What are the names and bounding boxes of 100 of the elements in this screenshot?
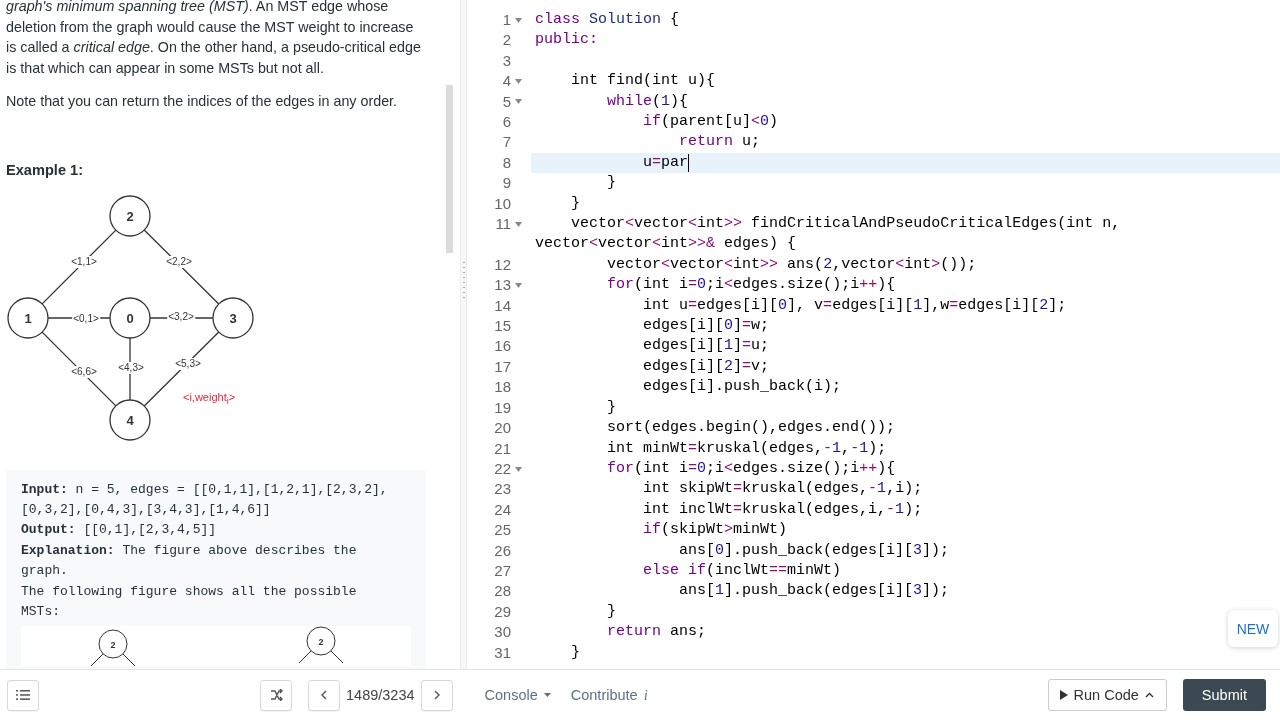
line-number: 19 xyxy=(494,397,511,418)
edge-label: <2,2> xyxy=(165,255,193,268)
line-number: 11 xyxy=(495,214,511,235)
code-line: else if(inclWt==minWt) xyxy=(642,560,842,581)
line-number: 14 xyxy=(494,295,511,316)
line-number: 26 xyxy=(494,540,511,561)
line-number: 31 xyxy=(494,642,511,663)
line-number: 13 xyxy=(494,275,511,296)
text-cursor xyxy=(688,153,690,172)
example-text-line: [0,3,2],[0,4,3],[3,4,3],[1,4,6]] xyxy=(21,500,272,519)
line-number: 30 xyxy=(494,622,511,643)
edge-label: <1,1> xyxy=(70,255,98,268)
line-number: 1 xyxy=(502,10,511,30)
edge-label: <6,6> xyxy=(70,365,98,378)
graph-node: 0 xyxy=(109,296,151,339)
fold-arrow-icon[interactable] xyxy=(514,221,522,227)
previous-button[interactable] xyxy=(308,679,340,711)
new-badge-button[interactable]: NEW xyxy=(1228,610,1278,647)
fold-arrow-icon[interactable] xyxy=(514,99,522,105)
shuffle-icon xyxy=(269,689,283,701)
example-text-line: Input: n = 5, edges = [[0,1,1],[1,2,1],[2,3,2], xyxy=(21,480,389,499)
line-number: 6 xyxy=(502,112,511,132)
line-number: 24 xyxy=(494,499,511,520)
line-number: 20 xyxy=(494,418,511,439)
contribute-button[interactable]: Contribute i xyxy=(570,686,648,704)
code-line: class Solution { xyxy=(535,10,680,30)
line-number: 18 xyxy=(494,377,511,398)
example-heading: Example 1: xyxy=(6,161,85,178)
code-line: vector<vector<int>> ans(2,vector<int>()); xyxy=(606,254,977,275)
line-number: 12 xyxy=(494,254,511,275)
play-icon xyxy=(1059,690,1068,700)
code-line: edges[i][0]=w; xyxy=(642,316,770,337)
graph-node: 3 xyxy=(212,296,254,339)
graph-node: 4 xyxy=(109,398,151,441)
problem-counter: 1489/3234 xyxy=(346,687,415,703)
line-number: 21 xyxy=(494,438,511,459)
graph-node: 2 xyxy=(109,194,151,237)
code-line: sort(edges.begin(),edges.end()); xyxy=(606,418,896,439)
code-line: } xyxy=(606,173,617,194)
legend-label: <i,weight$_{i}$> xyxy=(183,390,236,406)
line-number: 3 xyxy=(502,50,511,71)
edge-label: <3,2> xyxy=(167,310,195,323)
code-line: for(int i=0;i<edges.size();i++){ xyxy=(606,458,896,479)
mst-figure-drawing: 2 2 xyxy=(21,626,411,667)
line-number: 15 xyxy=(494,316,511,337)
fold-arrow-icon[interactable] xyxy=(514,282,522,288)
chevron-right-icon xyxy=(433,690,441,700)
line-number: 7 xyxy=(502,132,511,153)
code-line: int u=edges[i][0], v=edges[i][1],w=edges[i][2]; xyxy=(642,295,1067,316)
fold-arrow-icon[interactable] xyxy=(514,17,522,23)
console-button[interactable]: Console xyxy=(484,687,551,703)
list-icon xyxy=(16,689,30,701)
chevron-left-icon xyxy=(320,690,328,700)
line-number: 4 xyxy=(502,71,511,92)
scrollbar[interactable] xyxy=(446,85,453,253)
code-line: return u; xyxy=(678,132,761,153)
code-line: while(1){ xyxy=(606,91,689,112)
line-number: 25 xyxy=(494,520,511,541)
code-line: ans[0].push_back(edges[i][3]); xyxy=(678,540,950,561)
submit-button[interactable]: Submit xyxy=(1182,679,1266,711)
example-text-line: Explanation: The figure above describes the xyxy=(21,541,358,560)
problem-list-button[interactable] xyxy=(7,679,39,711)
code-line: if(parent[u]<0) xyxy=(642,112,779,132)
code-line: } xyxy=(606,601,617,622)
line-number: 22 xyxy=(494,458,511,479)
fold-arrow-icon[interactable] xyxy=(514,78,522,84)
caret-up-icon xyxy=(1144,692,1154,698)
fold-arrow-icon[interactable] xyxy=(514,466,522,472)
code-line: edges[i][2]=v; xyxy=(642,356,770,377)
caret-icon xyxy=(543,693,551,697)
line-number: 27 xyxy=(494,560,511,581)
line-number: 28 xyxy=(494,581,511,602)
next-button[interactable] xyxy=(420,679,453,711)
line-number: 16 xyxy=(494,336,511,357)
shuffle-button[interactable] xyxy=(260,679,292,711)
code-line: int minWt=kruskal(edges,-1,-1); xyxy=(606,438,887,459)
example-text-line: MSTs: xyxy=(21,602,61,621)
code-line: u=par xyxy=(642,152,689,173)
code-line: if(skipWt>minWt) xyxy=(642,520,788,541)
line-number: 5 xyxy=(502,91,511,112)
code-line: int inclWt=kruskal(edges,i,-1); xyxy=(642,499,923,520)
code-line: edges[i].push_back(i); xyxy=(642,377,842,398)
code-line: for(int i=0;i<edges.size();i++){ xyxy=(606,275,896,296)
code-line: } xyxy=(606,397,617,418)
code-line: return ans; xyxy=(606,622,707,643)
graph-node: 1 xyxy=(7,296,49,339)
run-code-button[interactable]: Run Code xyxy=(1047,679,1167,711)
example-text-line: The following figure shows all the possible xyxy=(21,582,358,601)
code-line: int find(int u){ xyxy=(570,71,716,92)
code-line: edges[i][1]=u; xyxy=(642,336,770,357)
line-number: 2 xyxy=(502,30,511,51)
code-line: ans[1].push_back(edges[i][3]); xyxy=(678,581,950,602)
example-text-line: Output: [[0,1],[2,3,4,5]] xyxy=(21,521,218,540)
example-text-line: graph. xyxy=(21,562,69,581)
description-paragraph: Note that you can return the indices of the edges in any order. xyxy=(6,91,399,111)
edge-label: <4,3> xyxy=(117,361,145,374)
line-number: 10 xyxy=(494,193,511,214)
line-number: 17 xyxy=(494,356,511,377)
line-number: 23 xyxy=(494,479,511,500)
code-line: } xyxy=(570,642,581,663)
